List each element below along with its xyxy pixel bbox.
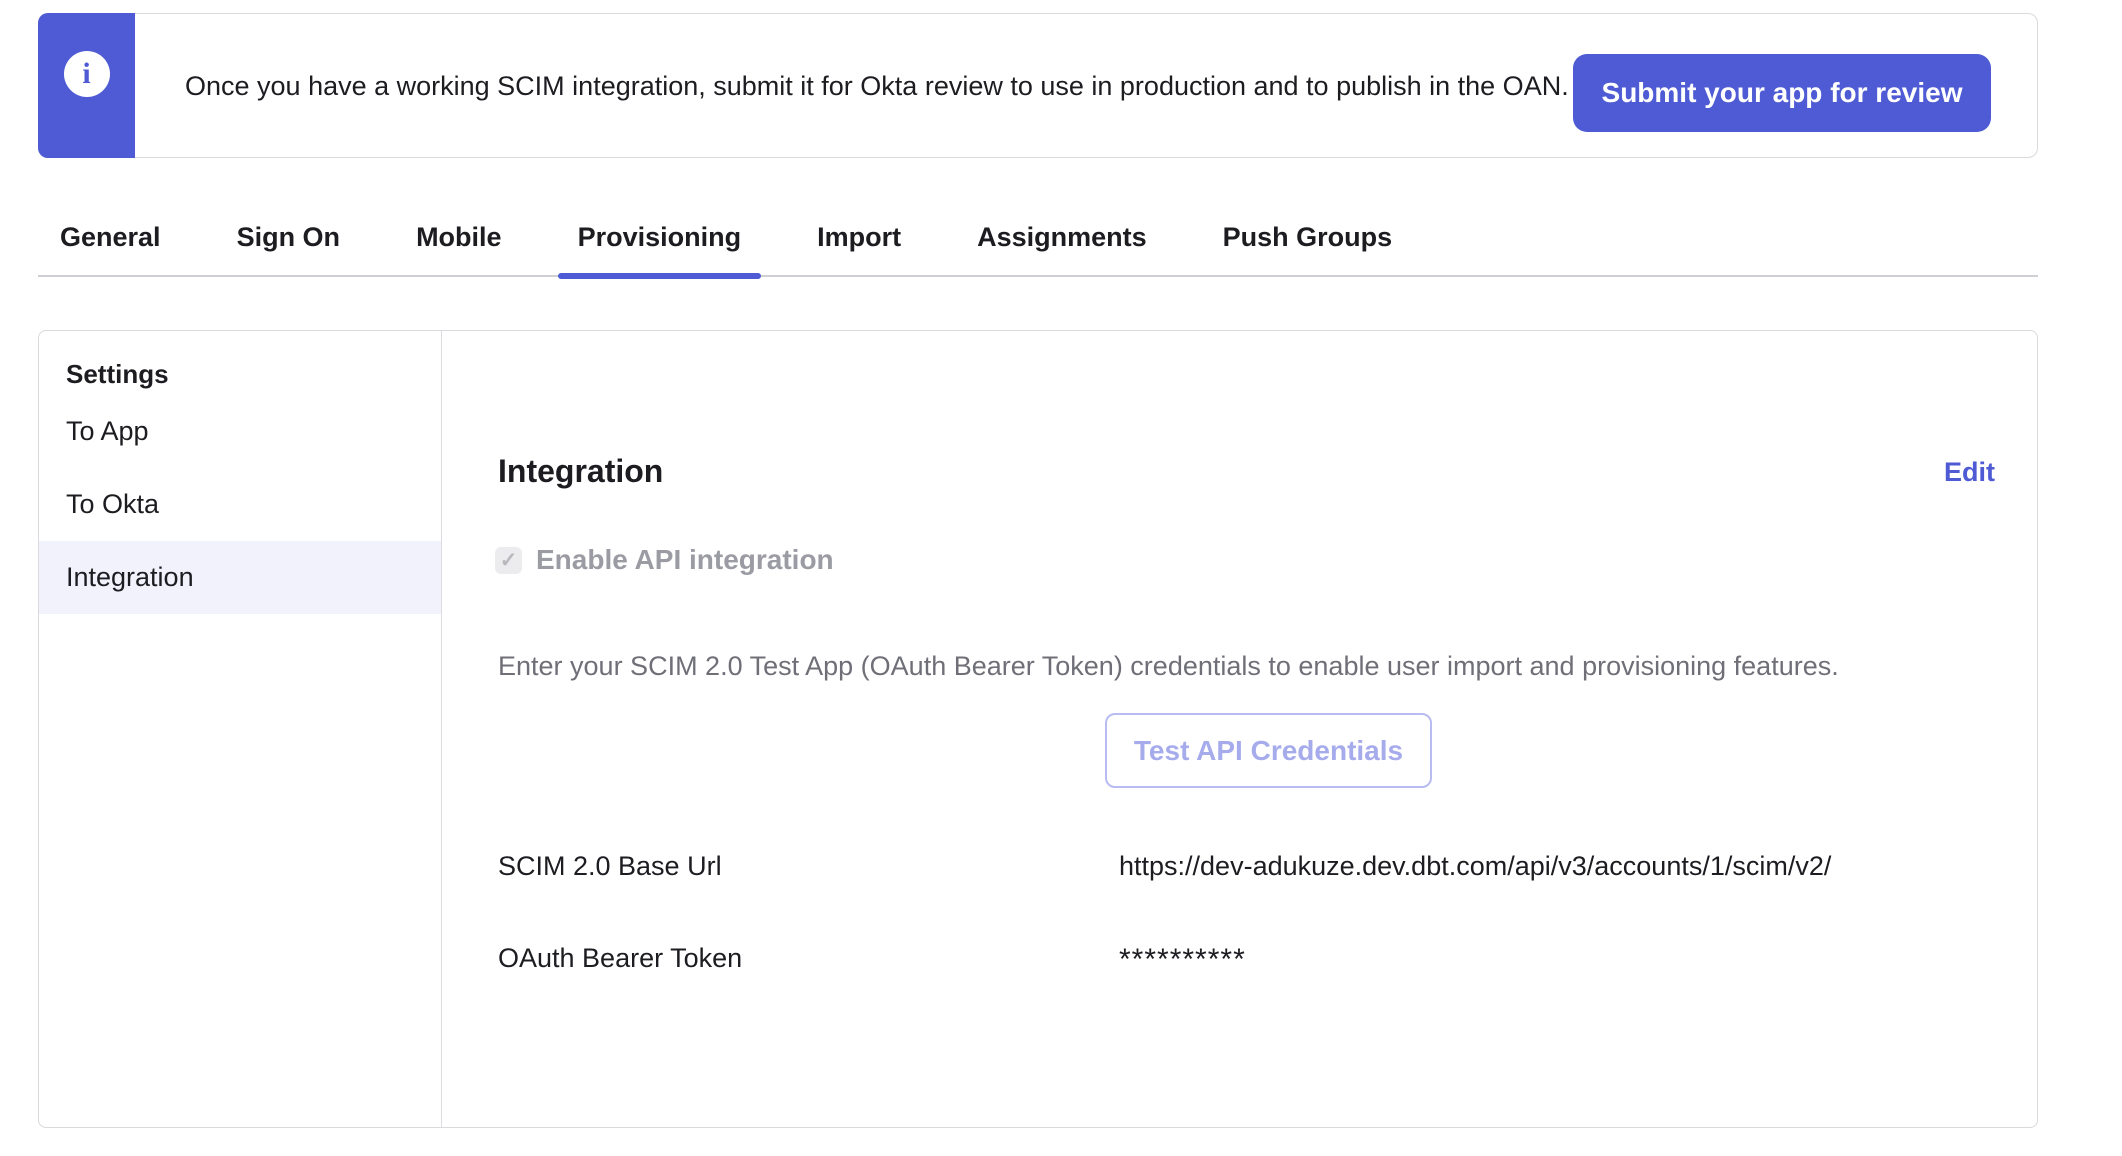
integration-panel: Integration Edit ✓ Enable API integratio…: [442, 331, 2037, 1127]
scim-base-url-value: https://dev-adukuze.dev.dbt.com/api/v3/a…: [1119, 851, 1831, 882]
info-icon: i: [64, 51, 110, 97]
enable-api-integration-label: Enable API integration: [536, 544, 834, 576]
info-banner: i Once you have a working SCIM integrati…: [38, 13, 2038, 158]
info-banner-accent: i: [38, 13, 135, 158]
tab-mobile[interactable]: Mobile: [396, 204, 522, 276]
tab-push-groups[interactable]: Push Groups: [1203, 204, 1413, 276]
page-title: Integration: [498, 453, 663, 490]
provisioning-card: Settings To App To Okta Integration Inte…: [38, 330, 2038, 1128]
tab-assignments[interactable]: Assignments: [957, 204, 1167, 276]
sidebar-item-to-app[interactable]: To App: [39, 395, 441, 468]
enable-api-integration-row: ✓ Enable API integration: [495, 544, 834, 576]
scim-base-url-label: SCIM 2.0 Base Url: [498, 851, 722, 882]
tab-general[interactable]: General: [40, 204, 181, 276]
sidebar-item-integration[interactable]: Integration: [39, 541, 441, 614]
tab-sign-on[interactable]: Sign On: [217, 204, 361, 276]
info-banner-text: Once you have a working SCIM integration…: [185, 62, 1575, 110]
submit-app-for-review-button[interactable]: Submit your app for review: [1573, 54, 1991, 132]
oauth-bearer-token-value: **********: [1119, 943, 1246, 977]
enable-api-integration-checkbox: ✓: [495, 547, 522, 574]
edit-link[interactable]: Edit: [1944, 457, 1995, 488]
sidebar-header: Settings: [39, 353, 441, 395]
test-api-credentials-button[interactable]: Test API Credentials: [1105, 713, 1432, 788]
oauth-bearer-token-label: OAuth Bearer Token: [498, 943, 742, 974]
credentials-description: Enter your SCIM 2.0 Test App (OAuth Bear…: [498, 651, 2008, 682]
settings-sidebar: Settings To App To Okta Integration: [39, 331, 442, 1127]
app-tab-bar: General Sign On Mobile Provisioning Impo…: [38, 205, 2038, 277]
tab-import[interactable]: Import: [797, 204, 921, 276]
tab-provisioning[interactable]: Provisioning: [558, 204, 762, 276]
sidebar-item-to-okta[interactable]: To Okta: [39, 468, 441, 541]
